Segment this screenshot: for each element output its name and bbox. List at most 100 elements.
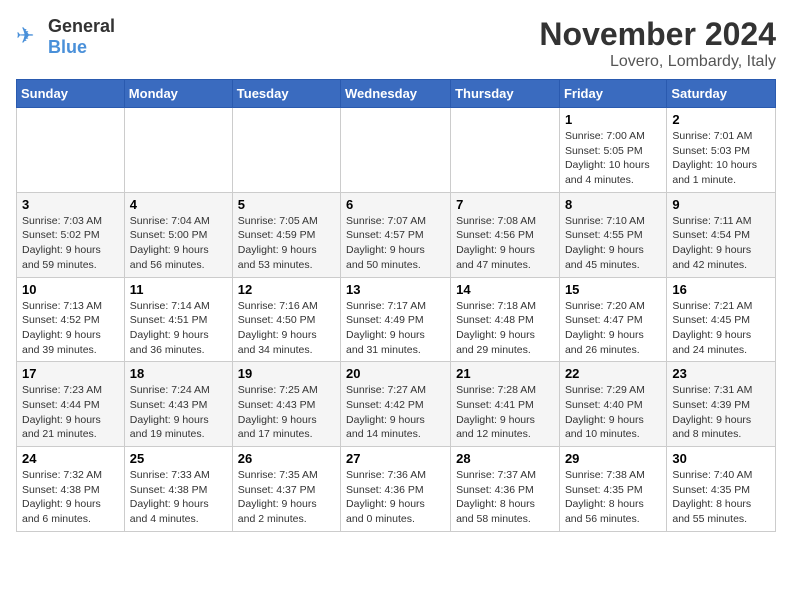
calendar-day-cell: 12 Sunrise: 7:16 AM Sunset: 4:50 PM Dayli… (232, 277, 340, 362)
logo: ✈ General Blue (16, 16, 115, 58)
day-info: Sunrise: 7:31 AM Sunset: 4:39 PM Dayligh… (672, 383, 770, 442)
day-info: Sunrise: 7:24 AM Sunset: 4:43 PM Dayligh… (130, 383, 227, 442)
day-info: Sunrise: 7:00 AM Sunset: 5:05 PM Dayligh… (565, 129, 661, 188)
day-info: Sunrise: 7:10 AM Sunset: 4:55 PM Dayligh… (565, 214, 661, 273)
day-number: 7 (456, 197, 554, 212)
calendar-day-cell: 9Sunrise: 7:11 AM Sunset: 4:54 PM Daylig… (667, 192, 776, 277)
day-info: Sunrise: 7:18 AM Sunset: 4:48 PM Dayligh… (456, 299, 554, 358)
day-info: Sunrise: 7:11 AM Sunset: 4:54 PM Dayligh… (672, 214, 770, 273)
calendar-day-cell: 18Sunrise: 7:24 AM Sunset: 4:43 PM Dayli… (124, 362, 232, 447)
day-info: Sunrise: 7:32 AM Sunset: 4:38 PM Dayligh… (22, 468, 119, 527)
calendar-day-cell: 30 Sunrise: 7:40 AM Sunset: 4:35 PM Dayli… (667, 447, 776, 532)
day-number: 19 (238, 366, 335, 381)
weekday-header-thursday: Thursday (451, 80, 560, 108)
day-info: Sunrise: 7:20 AM Sunset: 4:47 PM Dayligh… (565, 299, 661, 358)
day-info: Sunrise: 7:33 AM Sunset: 4:38 PM Dayligh… (130, 468, 227, 527)
day-number: 23 (672, 366, 770, 381)
page-header: ✈ General Blue November 2024 Lovero, Lom… (16, 16, 776, 71)
calendar-week-row: 24 Sunrise: 7:32 AM Sunset: 4:38 PM Dayli… (17, 447, 776, 532)
day-info: Sunrise: 7:08 AM Sunset: 4:56 PM Dayligh… (456, 214, 554, 273)
day-number: 10 (22, 282, 119, 297)
day-info: Sunrise: 7:07 AM Sunset: 4:57 PM Dayligh… (346, 214, 445, 273)
calendar-day-cell: 23 Sunrise: 7:31 AM Sunset: 4:39 PM Dayli… (667, 362, 776, 447)
weekday-header-saturday: Saturday (667, 80, 776, 108)
calendar-day-cell: 25 Sunrise: 7:33 AM Sunset: 4:38 PM Dayli… (124, 447, 232, 532)
day-number: 4 (130, 197, 227, 212)
calendar-day-cell: 11Sunrise: 7:14 AM Sunset: 4:51 PM Dayli… (124, 277, 232, 362)
day-number: 5 (238, 197, 335, 212)
day-info: Sunrise: 7:27 AM Sunset: 4:42 PM Dayligh… (346, 383, 445, 442)
calendar-week-row: 3 Sunrise: 7:03 AM Sunset: 5:02 PM Daylig… (17, 192, 776, 277)
calendar-day-cell: 2 Sunrise: 7:01 AM Sunset: 5:03 PM Daylig… (667, 108, 776, 193)
day-info: Sunrise: 7:17 AM Sunset: 4:49 PM Dayligh… (346, 299, 445, 358)
calendar-table: SundayMondayTuesdayWednesdayThursdayFrid… (16, 79, 776, 532)
calendar-day-cell: 15Sunrise: 7:20 AM Sunset: 4:47 PM Dayli… (559, 277, 666, 362)
day-info: Sunrise: 7:37 AM Sunset: 4:36 PM Dayligh… (456, 468, 554, 527)
calendar-day-cell: 14 Sunrise: 7:18 AM Sunset: 4:48 PM Dayli… (451, 277, 560, 362)
calendar-day-cell: 4 Sunrise: 7:04 AM Sunset: 5:00 PM Daylig… (124, 192, 232, 277)
day-info: Sunrise: 7:01 AM Sunset: 5:03 PM Dayligh… (672, 129, 770, 188)
logo-icon: ✈ (16, 23, 44, 51)
calendar-day-cell: 27Sunrise: 7:36 AM Sunset: 4:36 PM Dayli… (341, 447, 451, 532)
day-number: 8 (565, 197, 661, 212)
calendar-day-cell: 10Sunrise: 7:13 AM Sunset: 4:52 PM Dayli… (17, 277, 125, 362)
month-title: November 2024 (539, 16, 776, 53)
weekday-header-row: SundayMondayTuesdayWednesdayThursdayFrid… (17, 80, 776, 108)
empty-cell (17, 108, 125, 193)
day-info: Sunrise: 7:29 AM Sunset: 4:40 PM Dayligh… (565, 383, 661, 442)
day-info: Sunrise: 7:25 AM Sunset: 4:43 PM Dayligh… (238, 383, 335, 442)
day-number: 20 (346, 366, 445, 381)
calendar-day-cell: 28 Sunrise: 7:37 AM Sunset: 4:36 PM Dayli… (451, 447, 560, 532)
day-info: Sunrise: 7:21 AM Sunset: 4:45 PM Dayligh… (672, 299, 770, 358)
calendar-week-row: 1Sunrise: 7:00 AM Sunset: 5:05 PM Daylig… (17, 108, 776, 193)
day-number: 2 (672, 112, 770, 127)
weekday-header-tuesday: Tuesday (232, 80, 340, 108)
day-number: 14 (456, 282, 554, 297)
day-number: 26 (238, 451, 335, 466)
day-info: Sunrise: 7:14 AM Sunset: 4:51 PM Dayligh… (130, 299, 227, 358)
day-number: 30 (672, 451, 770, 466)
calendar-day-cell: 8 Sunrise: 7:10 AM Sunset: 4:55 PM Daylig… (559, 192, 666, 277)
empty-cell (124, 108, 232, 193)
logo-blue: Blue (48, 37, 87, 57)
day-info: Sunrise: 7:05 AM Sunset: 4:59 PM Dayligh… (238, 214, 335, 273)
day-info: Sunrise: 7:04 AM Sunset: 5:00 PM Dayligh… (130, 214, 227, 273)
calendar-day-cell: 3 Sunrise: 7:03 AM Sunset: 5:02 PM Daylig… (17, 192, 125, 277)
svg-text:✈: ✈ (16, 23, 34, 48)
day-number: 12 (238, 282, 335, 297)
day-info: Sunrise: 7:40 AM Sunset: 4:35 PM Dayligh… (672, 468, 770, 527)
day-number: 22 (565, 366, 661, 381)
calendar-week-row: 10Sunrise: 7:13 AM Sunset: 4:52 PM Dayli… (17, 277, 776, 362)
day-number: 17 (22, 366, 119, 381)
empty-cell (232, 108, 340, 193)
day-info: Sunrise: 7:36 AM Sunset: 4:36 PM Dayligh… (346, 468, 445, 527)
day-number: 3 (22, 197, 119, 212)
day-number: 21 (456, 366, 554, 381)
calendar-day-cell: 24 Sunrise: 7:32 AM Sunset: 4:38 PM Dayli… (17, 447, 125, 532)
day-number: 13 (346, 282, 445, 297)
empty-cell (341, 108, 451, 193)
day-number: 25 (130, 451, 227, 466)
day-number: 24 (22, 451, 119, 466)
day-info: Sunrise: 7:16 AM Sunset: 4:50 PM Dayligh… (238, 299, 335, 358)
calendar-day-cell: 22 Sunrise: 7:29 AM Sunset: 4:40 PM Dayli… (559, 362, 666, 447)
day-info: Sunrise: 7:03 AM Sunset: 5:02 PM Dayligh… (22, 214, 119, 273)
calendar-week-row: 17 Sunrise: 7:23 AM Sunset: 4:44 PM Dayli… (17, 362, 776, 447)
day-info: Sunrise: 7:35 AM Sunset: 4:37 PM Dayligh… (238, 468, 335, 527)
day-number: 16 (672, 282, 770, 297)
calendar-day-cell: 1Sunrise: 7:00 AM Sunset: 5:05 PM Daylig… (559, 108, 666, 193)
weekday-header-friday: Friday (559, 80, 666, 108)
calendar-day-cell: 26 Sunrise: 7:35 AM Sunset: 4:37 PM Dayli… (232, 447, 340, 532)
calendar-day-cell: 16 Sunrise: 7:21 AM Sunset: 4:45 PM Dayli… (667, 277, 776, 362)
calendar-day-cell: 5 Sunrise: 7:05 AM Sunset: 4:59 PM Daylig… (232, 192, 340, 277)
day-info: Sunrise: 7:23 AM Sunset: 4:44 PM Dayligh… (22, 383, 119, 442)
calendar-day-cell: 6 Sunrise: 7:07 AM Sunset: 4:57 PM Daylig… (341, 192, 451, 277)
day-number: 28 (456, 451, 554, 466)
weekday-header-sunday: Sunday (17, 80, 125, 108)
logo-text: General Blue (48, 16, 115, 58)
calendar-day-cell: 17 Sunrise: 7:23 AM Sunset: 4:44 PM Dayli… (17, 362, 125, 447)
day-info: Sunrise: 7:28 AM Sunset: 4:41 PM Dayligh… (456, 383, 554, 442)
location-subtitle: Lovero, Lombardy, Italy (539, 53, 776, 71)
calendar-day-cell: 20 Sunrise: 7:27 AM Sunset: 4:42 PM Dayli… (341, 362, 451, 447)
day-number: 6 (346, 197, 445, 212)
